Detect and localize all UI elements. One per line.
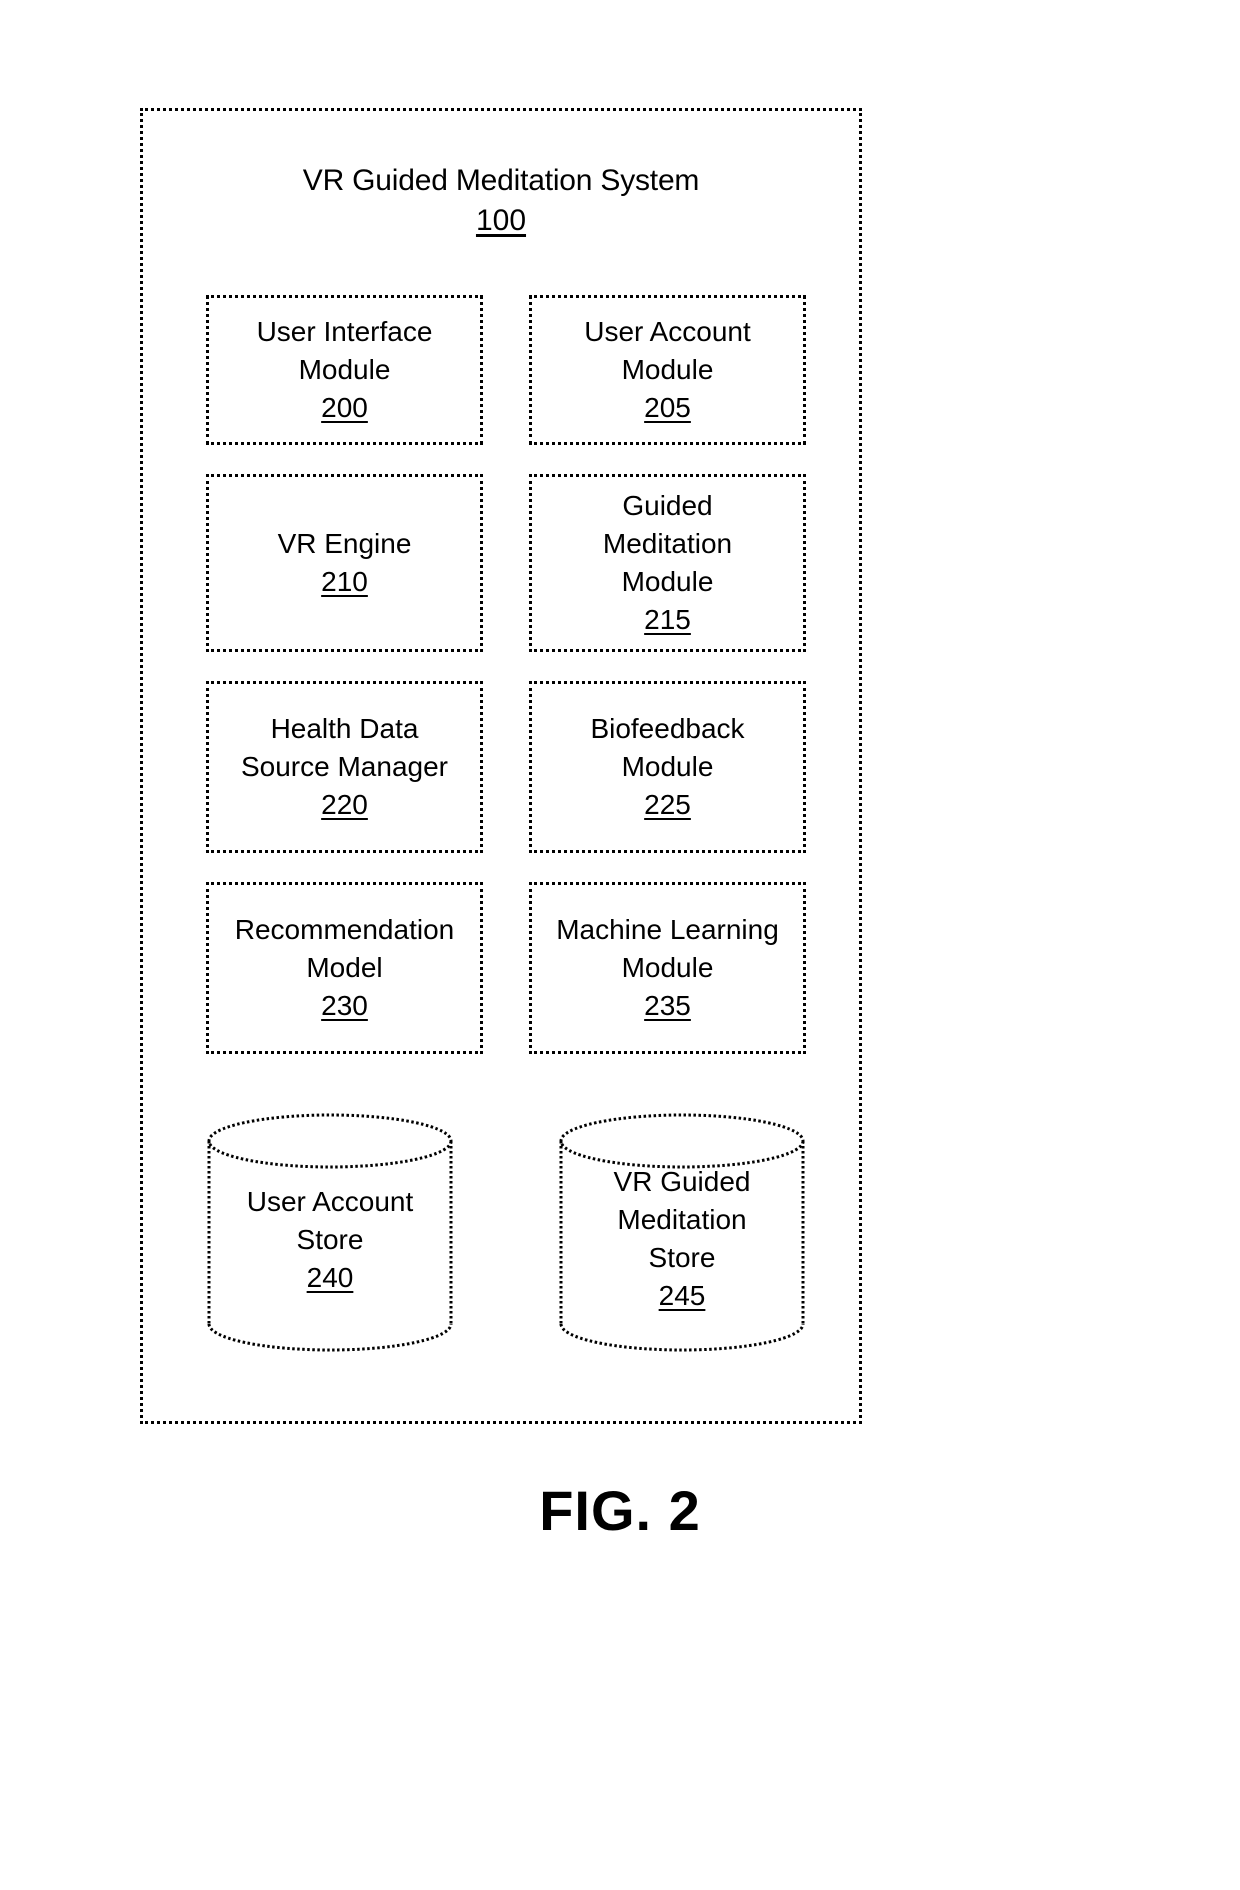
figure-caption: FIG. 2 [539, 1479, 701, 1542]
module-reference-number: 225 [644, 789, 691, 820]
vr-guided-meditation-store[interactable]: VR Guided Meditation Store 245 [558, 1111, 806, 1354]
store-label-line: Meditation [617, 1204, 747, 1235]
module-label-line: Recommendation [234, 914, 455, 945]
biofeedback-module[interactable]: Biofeedback Module 225 [529, 681, 806, 853]
machine-learning-module[interactable]: Machine Learning Module 235 [529, 882, 806, 1054]
module-label-line: Module [298, 354, 391, 385]
module-label-line: Health Data [270, 713, 419, 744]
store-label-line: Store [296, 1224, 364, 1255]
store-label-line: VR Guided [613, 1166, 751, 1197]
module-label-line: Guided [622, 490, 713, 521]
module-grid: User Interface Module 200 User Account M… [206, 295, 806, 1083]
system-title: VR Guided Meditation System [302, 164, 700, 197]
module-label-line: User Account [584, 316, 751, 347]
module-reference-number: 220 [321, 789, 368, 820]
store-reference-number: 240 [306, 1262, 354, 1293]
store-label-line: Store [648, 1242, 716, 1273]
system-title-block: VR Guided Meditation System 100 [143, 161, 859, 241]
module-row: Health Data Source Manager 220 Biofeedba… [206, 681, 806, 853]
store-label: User Account Store 240 [206, 1183, 454, 1297]
module-label-line: Model [306, 952, 383, 983]
module-label-line: Meditation [602, 528, 733, 559]
data-store-row: User Account Store 240 VR Guided Meditat… [206, 1111, 806, 1354]
vr-engine-module[interactable]: VR Engine 210 [206, 474, 483, 652]
vr-guided-meditation-system-container: VR Guided Meditation System 100 User Int… [140, 108, 862, 1424]
module-reference-number: 235 [644, 990, 691, 1021]
recommendation-model-module[interactable]: Recommendation Model 230 [206, 882, 483, 1054]
user-interface-module[interactable]: User Interface Module 200 [206, 295, 483, 445]
module-label-line: Machine Learning [556, 914, 779, 945]
module-reference-number: 215 [644, 604, 691, 635]
module-label-line: Module [621, 952, 714, 983]
store-reference-number: 245 [658, 1280, 706, 1311]
module-label-line: User Interface [256, 316, 433, 347]
store-label: VR Guided Meditation Store 245 [558, 1163, 806, 1315]
module-row: Recommendation Model 230 Machine Learnin… [206, 882, 806, 1054]
health-data-source-manager-module[interactable]: Health Data Source Manager 220 [206, 681, 483, 853]
module-reference-number: 205 [644, 392, 691, 423]
module-label-line: Module [621, 751, 714, 782]
guided-meditation-module[interactable]: Guided Meditation Module 215 [529, 474, 806, 652]
system-reference-number: 100 [475, 204, 527, 237]
module-reference-number: 210 [321, 566, 368, 597]
module-label-line: Biofeedback [590, 713, 745, 744]
user-account-module[interactable]: User Account Module 205 [529, 295, 806, 445]
module-label-line: Source Manager [240, 751, 448, 782]
module-row: User Interface Module 200 User Account M… [206, 295, 806, 445]
module-row: VR Engine 210 Guided Meditation Module 2… [206, 474, 806, 652]
store-label-line: User Account [246, 1186, 414, 1217]
module-label-line: Module [621, 354, 714, 385]
module-reference-number: 230 [321, 990, 368, 1021]
module-label-line: VR Engine [277, 528, 412, 559]
user-account-store[interactable]: User Account Store 240 [206, 1111, 454, 1354]
module-label-line: Module [621, 566, 714, 597]
module-reference-number: 200 [321, 392, 368, 423]
